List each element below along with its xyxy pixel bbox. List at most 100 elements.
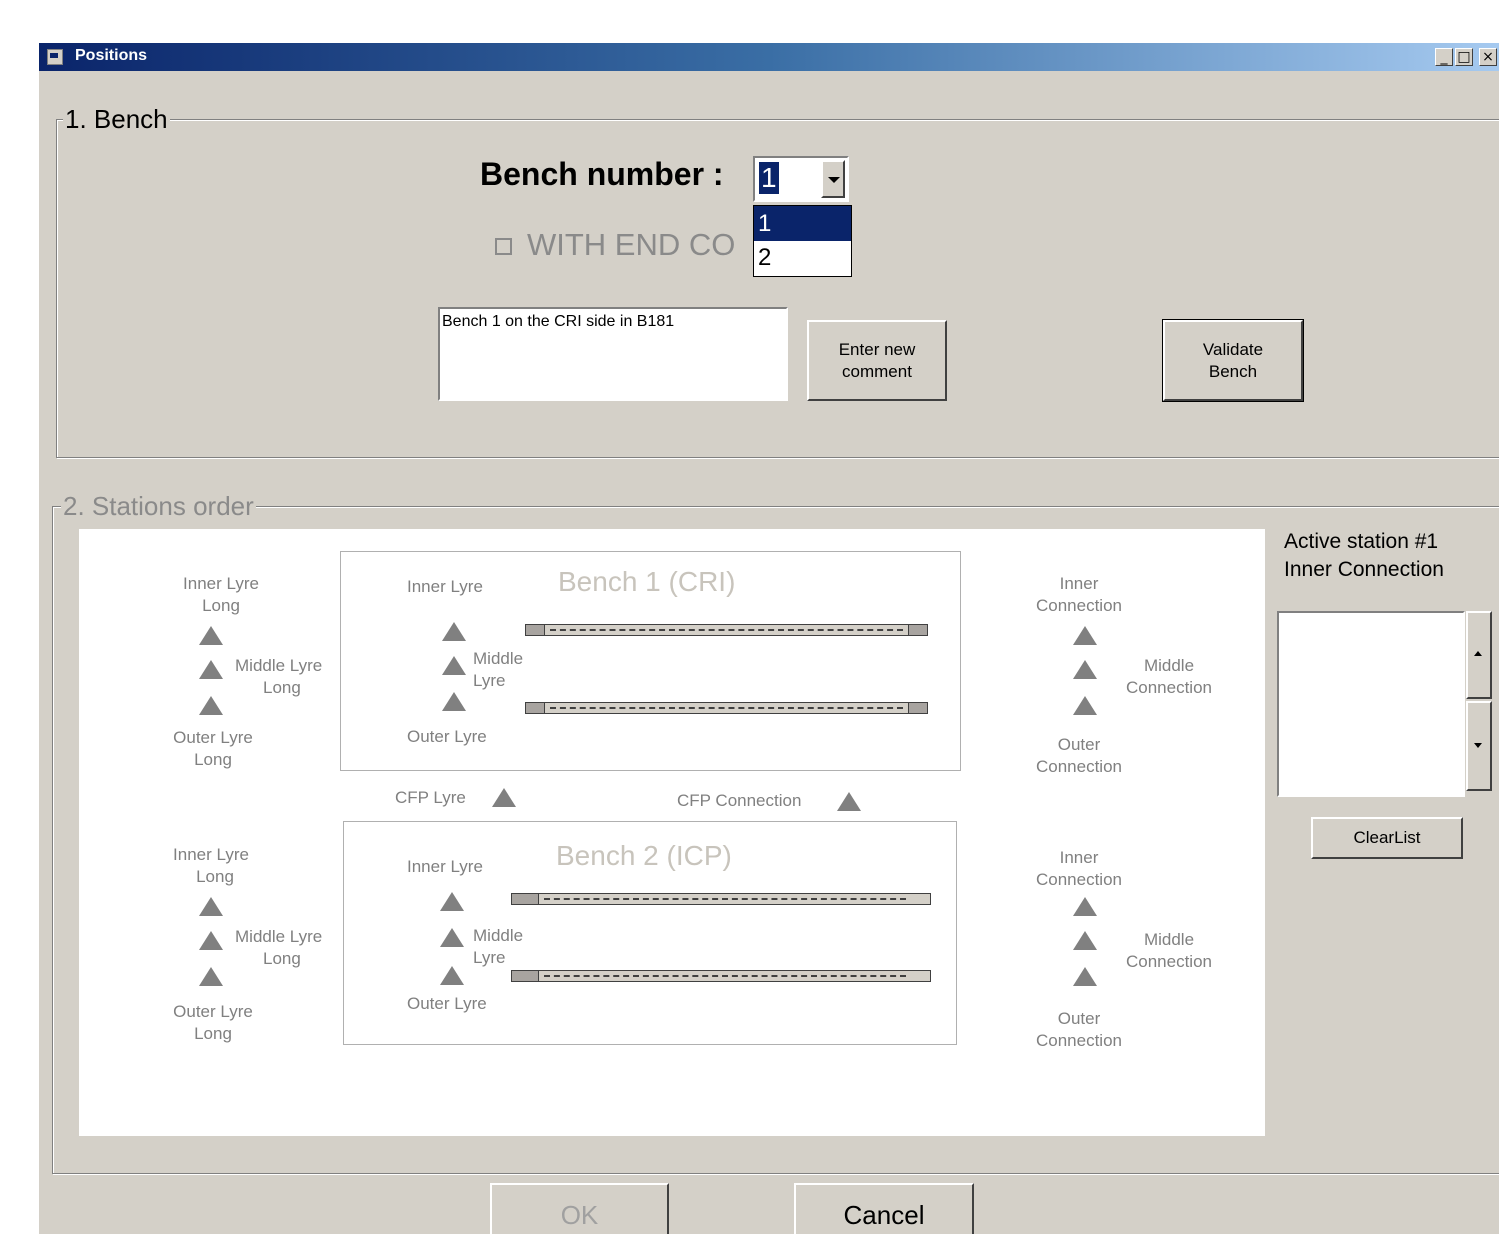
stations-group-legend: 2. Stations order [61, 491, 256, 522]
middle-connection-label-1: Middle [1143, 656, 1195, 675]
middle-connection-label-1: Middle [1143, 930, 1195, 949]
inner-lyre-long-label-1: Inner Lyre [173, 845, 249, 864]
maximize-icon[interactable]: □ [1455, 48, 1473, 66]
inner-connection-label-2: Connection [1035, 870, 1122, 889]
cancel-label: Cancel [843, 1200, 925, 1230]
middle-connection-label-2: Connection [1125, 952, 1212, 971]
outer-lyre-station-icon[interactable] [442, 692, 466, 711]
arrow-up-icon [1474, 651, 1482, 656]
inner-connection-label-2: Connection [1035, 596, 1122, 615]
outer-lyre-long-label-1: Outer Lyre [173, 1002, 253, 1021]
middle-lyre-long-station-icon[interactable] [199, 660, 223, 679]
bench-2-rail-bottom [511, 970, 931, 982]
ok-label: OK [560, 1200, 599, 1230]
middle-lyre-label-1: Middle [473, 649, 524, 668]
inner-lyre-station-icon[interactable] [442, 622, 466, 641]
ok-button[interactable]: OK [490, 1183, 669, 1234]
middle-lyre-long-label-2: Long [263, 678, 301, 697]
bench-2-rail-top [511, 893, 931, 905]
middle-lyre-label-1: Middle [473, 926, 524, 945]
positions-window: Positions _ □ × 1. Bench Bench number : … [39, 43, 1499, 1234]
enter-comment-label-2: comment [842, 362, 912, 381]
cfp-lyre-station-icon[interactable] [492, 788, 516, 807]
cancel-button[interactable]: Cancel [794, 1183, 974, 1234]
cfp-connection-label: CFP Connection [677, 791, 802, 810]
dropdown-option[interactable]: 2 [754, 241, 851, 275]
window-icon [47, 49, 63, 65]
middle-connection-label-2: Connection [1125, 678, 1212, 697]
middle-connection-station-icon[interactable] [1073, 931, 1097, 950]
list-scroll-down-button[interactable] [1466, 701, 1492, 791]
end-cover-label: WITH END CO [527, 227, 736, 262]
middle-lyre-station-icon[interactable] [440, 928, 464, 947]
minimize-icon[interactable]: _ [1435, 48, 1453, 66]
outer-lyre-long-station-icon[interactable] [199, 967, 223, 986]
stations-diagram: Inner Lyre Long Middle Lyre Long Outer L… [79, 529, 1265, 1136]
list-scroll-up-button[interactable] [1466, 611, 1492, 699]
close-icon[interactable]: × [1479, 48, 1497, 66]
end-cover-checkbox[interactable] [495, 238, 512, 255]
inner-connection-station-icon[interactable] [1073, 626, 1097, 645]
middle-lyre-label-2: Lyre [473, 671, 506, 690]
validate-label-1: Validate [1202, 340, 1264, 359]
inner-lyre-label: Inner Lyre [407, 857, 483, 876]
outer-lyre-label: Outer Lyre [407, 727, 487, 746]
middle-lyre-station-icon[interactable] [442, 656, 466, 675]
inner-lyre-long-station-icon[interactable] [199, 897, 223, 916]
bench-2-box: Inner Lyre Bench 2 (ICP) Middle Lyre Out… [343, 821, 957, 1045]
bench-2-title: Bench 2 (ICP) [556, 840, 732, 871]
validate-bench-button[interactable]: Validate Bench [1162, 319, 1304, 402]
inner-lyre-label: Inner Lyre [407, 577, 483, 596]
chevron-down-icon [828, 177, 840, 183]
inner-lyre-long-label-1: Inner Lyre [183, 574, 259, 593]
arrow-down-icon [1474, 743, 1482, 748]
bench-1-rail-top [525, 624, 928, 636]
outer-lyre-long-label-2: Long [194, 750, 232, 769]
middle-lyre-long-station-icon[interactable] [199, 931, 223, 950]
clear-list-button[interactable]: ClearList [1311, 817, 1463, 859]
active-station-line-2: Inner Connection [1284, 558, 1444, 581]
inner-connection-station-icon[interactable] [1073, 897, 1097, 916]
bench-number-dropdown-list: 1 2 [753, 205, 852, 277]
middle-lyre-label-2: Lyre [473, 948, 506, 967]
cfp-connection-station-icon[interactable] [837, 792, 861, 811]
bench-number-value: 1 [759, 162, 779, 194]
bench-number-combo[interactable]: 1 [753, 156, 849, 202]
outer-connection-station-icon[interactable] [1073, 967, 1097, 986]
comment-textbox[interactable]: Bench 1 on the CRI side in B181 [438, 307, 788, 401]
bench-1-title: Bench 1 (CRI) [558, 566, 736, 597]
outer-lyre-long-label-1: Outer Lyre [173, 728, 253, 747]
outer-connection-label-1: Outer [1057, 735, 1101, 754]
comment-text: Bench 1 on the CRI side in B181 [442, 313, 675, 330]
outer-lyre-long-station-icon[interactable] [199, 696, 223, 715]
inner-lyre-long-station-icon[interactable] [199, 626, 223, 645]
active-station-line-1: Active station #1 [1284, 530, 1439, 553]
middle-lyre-long-label-1: Middle Lyre [235, 927, 323, 946]
inner-connection-label-1: Inner [1059, 848, 1099, 867]
outer-connection-station-icon[interactable] [1073, 696, 1097, 715]
window-title: Positions [75, 47, 148, 64]
inner-lyre-station-icon[interactable] [440, 892, 464, 911]
combo-dropdown-button[interactable] [821, 160, 845, 198]
outer-connection-label-1: Outer [1057, 1009, 1101, 1028]
inner-lyre-long-label-2: Long [202, 596, 240, 615]
bench-1-box: Inner Lyre Bench 1 (CRI) Middle Lyre Out… [340, 551, 961, 771]
inner-connection-label-1: Inner [1059, 574, 1099, 593]
validate-label-2: Bench [1208, 362, 1258, 381]
station-listbox[interactable] [1277, 611, 1465, 797]
outer-lyre-label: Outer Lyre [407, 994, 487, 1013]
outer-lyre-station-icon[interactable] [440, 966, 464, 985]
inner-lyre-long-label-2: Long [196, 867, 234, 886]
middle-connection-station-icon[interactable] [1073, 660, 1097, 679]
title-bar[interactable]: Positions _ □ × [39, 43, 1499, 71]
bench-1-rail-bottom [525, 702, 928, 714]
middle-lyre-long-label-1: Middle Lyre [235, 656, 323, 675]
dropdown-option[interactable]: 1 [754, 206, 851, 241]
enter-comment-label-1: Enter new [838, 340, 916, 359]
outer-connection-label-2: Connection [1035, 757, 1122, 776]
outer-connection-label-2: Connection [1035, 1031, 1122, 1050]
clear-list-label: ClearList [1353, 828, 1421, 847]
bench-group-legend: 1. Bench [63, 104, 170, 135]
enter-new-comment-button[interactable]: Enter new comment [807, 320, 947, 401]
cfp-lyre-label: CFP Lyre [395, 788, 466, 807]
